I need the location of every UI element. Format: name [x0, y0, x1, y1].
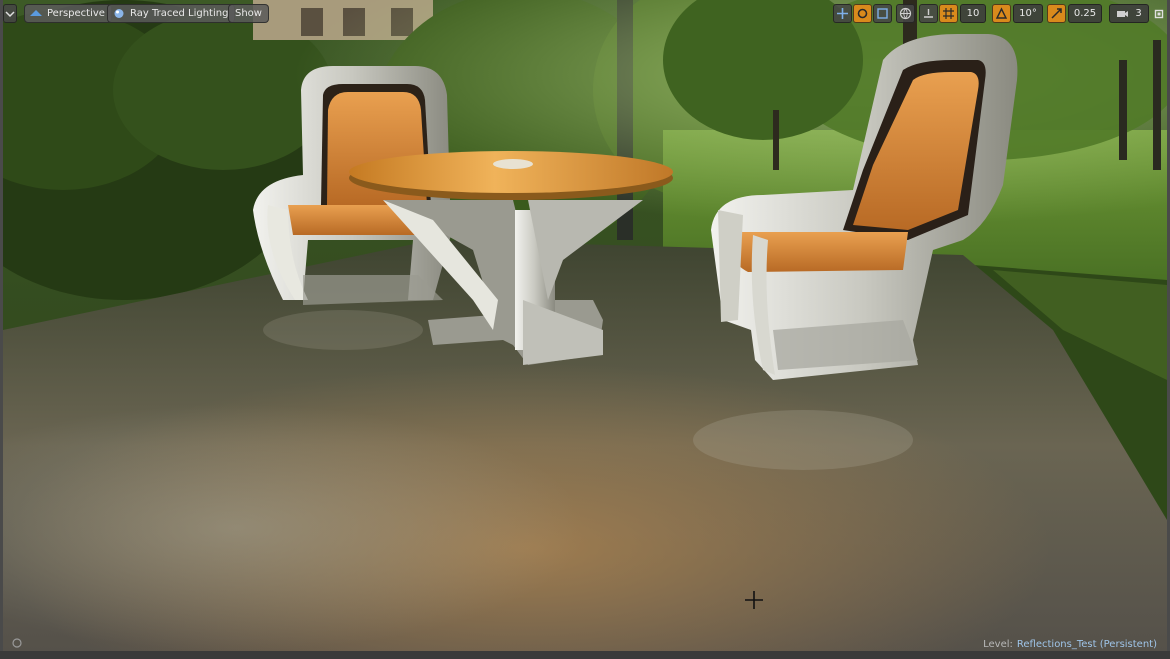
surface-snap-icon	[924, 9, 933, 18]
scale-icon	[877, 8, 888, 19]
crosshair-icon	[745, 591, 763, 609]
level-viewport[interactable]: Perspective Ray Traced Lighting Show 10	[0, 0, 1170, 659]
globe-icon	[899, 7, 912, 20]
rotate-icon	[857, 8, 868, 19]
camera-perspective-icon	[30, 10, 42, 16]
translate-tool-button[interactable]	[833, 4, 852, 23]
scale-arrow-icon	[1051, 8, 1062, 19]
level-name: Reflections_Test (Persistent)	[1016, 639, 1157, 650]
grid-icon	[943, 8, 954, 19]
perspective-button[interactable]: Perspective	[24, 4, 112, 23]
view-mode-button[interactable]: Ray Traced Lighting	[107, 4, 236, 23]
lit-sphere-icon	[114, 9, 124, 18]
scale-tool-button[interactable]	[873, 4, 892, 23]
scale-snap-value[interactable]: 0.25	[1068, 4, 1102, 23]
rendered-scene[interactable]: Perspective Ray Traced Lighting Show 10	[3, 0, 1167, 651]
show-button[interactable]: Show	[228, 4, 269, 23]
rotate-tool-button[interactable]	[853, 4, 872, 23]
chevron-down-icon	[5, 10, 15, 17]
show-label: Show	[235, 8, 262, 19]
move-arrows-icon	[837, 8, 848, 19]
maximize-icon	[1154, 9, 1164, 18]
rotation-snap-value[interactable]: 10°	[1013, 4, 1043, 23]
grid-snap-value[interactable]: 10	[960, 4, 986, 23]
grid-snap-toggle[interactable]	[939, 4, 958, 23]
camera-speed-button[interactable]: 3	[1109, 4, 1149, 23]
viewport-options-button[interactable]	[3, 4, 17, 23]
perspective-label: Perspective	[47, 8, 105, 19]
view-mode-label: Ray Traced Lighting	[130, 8, 229, 19]
axis-indicator-icon	[12, 638, 22, 648]
rotation-snap-toggle[interactable]	[992, 4, 1011, 23]
level-label: Level:	[983, 639, 1013, 650]
viewport-bottom-border	[0, 651, 1170, 659]
camera-icon	[1117, 10, 1129, 17]
level-status: Level: Reflections_Test (Persistent)	[983, 639, 1157, 650]
camera-speed-value: 3	[1135, 8, 1142, 19]
scene-render	[3, 0, 1167, 651]
scale-snap-toggle[interactable]	[1047, 4, 1066, 23]
angle-icon	[995, 7, 1008, 19]
surface-snap-button[interactable]	[919, 4, 938, 23]
world-local-toggle[interactable]	[896, 4, 915, 23]
maximize-viewport-button[interactable]	[1153, 4, 1165, 23]
